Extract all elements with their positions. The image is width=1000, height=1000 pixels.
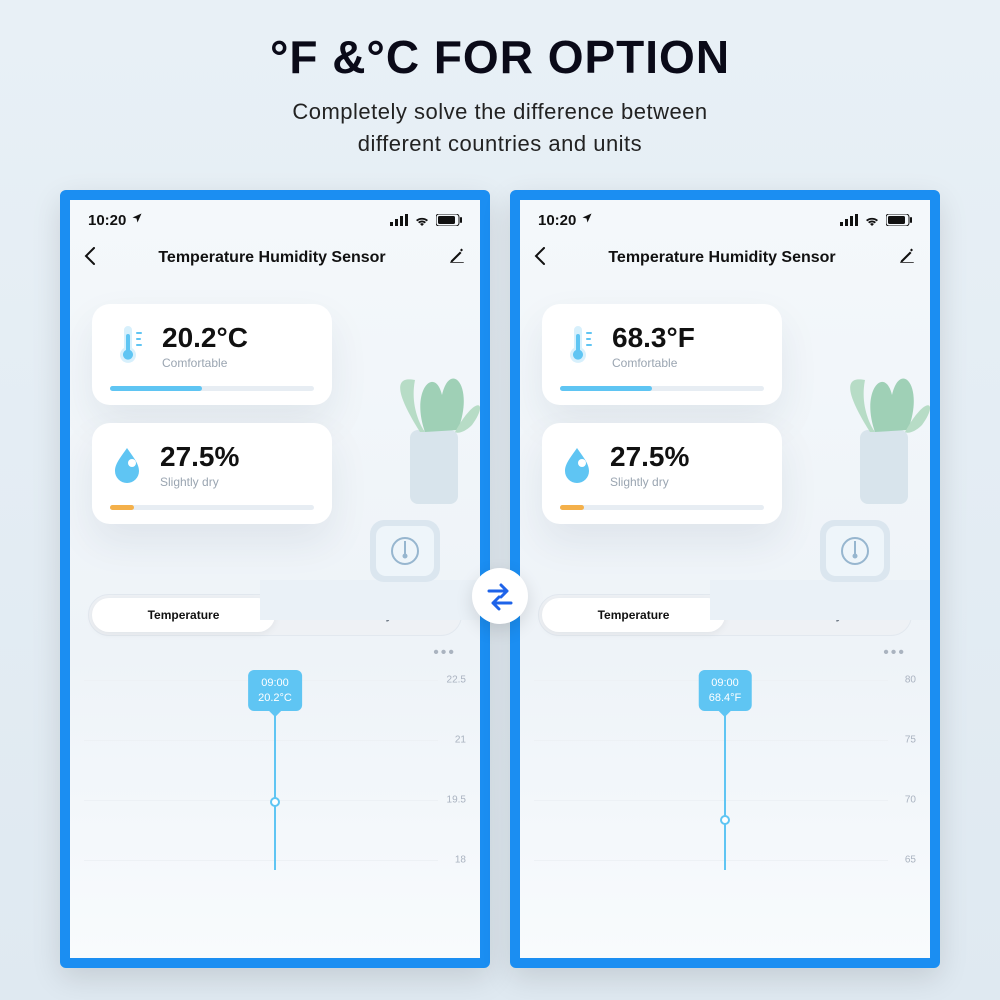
page-title: Temperature Humidity Sensor [608,249,835,267]
edit-button[interactable] [898,247,916,270]
tab-temperature[interactable]: Temperature [542,598,725,632]
tab-humidity[interactable]: Humidity [275,598,458,632]
more-icon[interactable]: ••• [520,636,930,662]
humidity-card[interactable]: 27.5% Slightly dry [542,423,782,524]
thermometer-icon [560,326,596,366]
temperature-label: Comfortable [612,356,695,370]
back-button[interactable] [534,247,546,270]
temperature-value: 20.2°C [162,322,248,354]
more-icon[interactable]: ••• [70,636,480,662]
back-button[interactable] [84,247,96,270]
temperature-chart[interactable]: 22.52119.51809:0020.2°C [84,670,466,870]
location-icon [581,212,593,224]
humidity-label: Slightly dry [160,475,239,489]
cellular-icon [840,214,858,226]
tab-temperature[interactable]: Temperature [92,598,275,632]
thermometer-icon [110,326,146,366]
status-bar: 10:20 [520,200,930,237]
chart-segmented-control[interactable]: Temperature Humidity [88,594,462,636]
temperature-label: Comfortable [162,356,248,370]
humidity-card[interactable]: 27.5% Slightly dry [92,423,332,524]
battery-icon [886,214,912,226]
edit-button[interactable] [448,247,466,270]
swap-icon [472,568,528,624]
temperature-card[interactable]: 68.3°F Comfortable [542,304,782,405]
status-time: 10:20 [538,212,593,229]
battery-icon [436,214,462,226]
page-title: Temperature Humidity Sensor [158,249,385,267]
screen-fahrenheit: 10:20 Temperature Humidity Sensor [510,190,940,968]
chart-segmented-control[interactable]: Temperature Humidity [538,594,912,636]
status-time: 10:20 [88,212,143,229]
wifi-icon [864,214,880,226]
location-icon [131,212,143,224]
marketing-banner: °F &°C FOR OPTION Completely solve the d… [0,0,1000,180]
droplet-icon [560,446,594,484]
temperature-chart[interactable]: 8075706509:0068.4°F [534,670,916,870]
humidity-value: 27.5% [610,441,689,473]
banner-title: °F &°C FOR OPTION [20,30,980,84]
cellular-icon [390,214,408,226]
humidity-value: 27.5% [160,441,239,473]
temperature-card[interactable]: 20.2°C Comfortable [92,304,332,405]
status-bar: 10:20 [70,200,480,237]
droplet-icon [110,446,144,484]
screen-celsius: 10:20 Temperature Humidity Sensor [60,190,490,968]
temperature-value: 68.3°F [612,322,695,354]
humidity-label: Slightly dry [610,475,689,489]
wifi-icon [414,214,430,226]
banner-subtitle: Completely solve the difference between … [20,96,980,160]
tab-humidity[interactable]: Humidity [725,598,908,632]
